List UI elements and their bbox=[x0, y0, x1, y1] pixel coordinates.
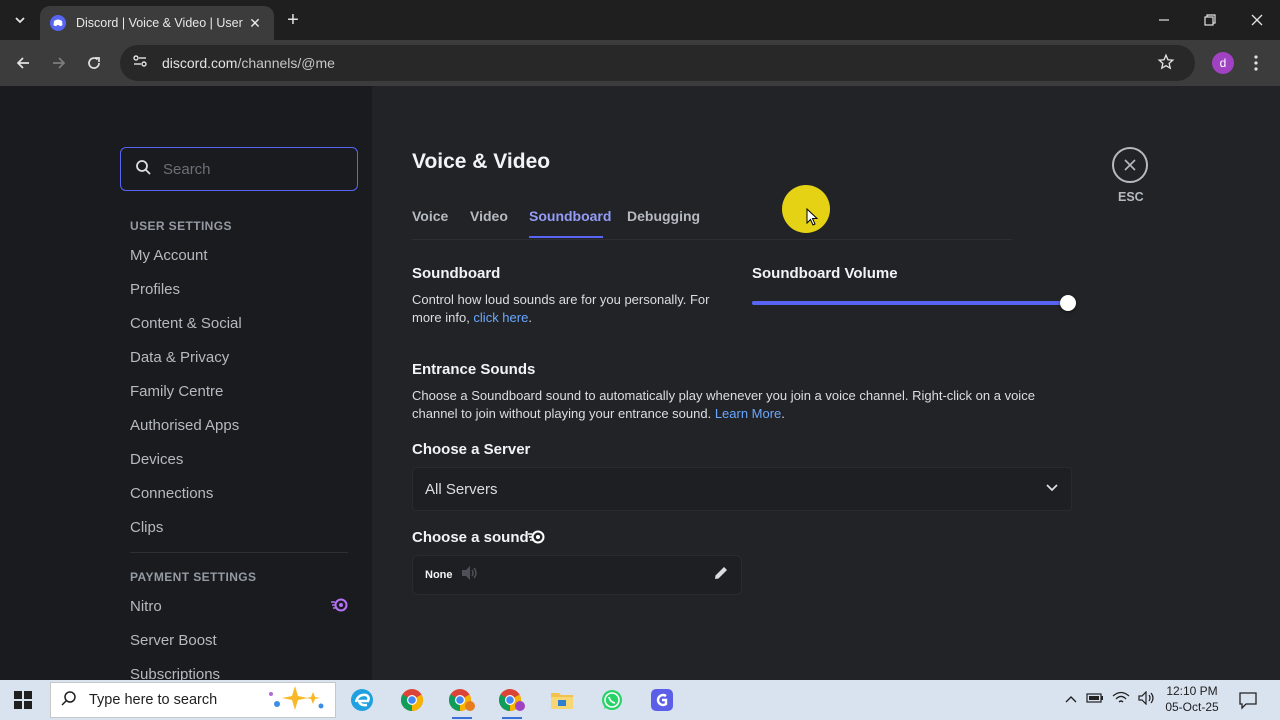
browser-tab-discord[interactable]: Discord | Voice & Video | User Settings … bbox=[40, 6, 274, 40]
site-settings-icon[interactable] bbox=[132, 53, 148, 74]
tab-title: Discord | Voice & Video | User Settings bbox=[76, 16, 244, 30]
address-bar[interactable]: discord.com/channels/@me bbox=[120, 45, 1195, 81]
soundboard-heading: Soundboard bbox=[412, 265, 501, 282]
choose-server-heading: Choose a Server bbox=[412, 441, 531, 458]
battery-icon[interactable] bbox=[1086, 691, 1104, 709]
voice-video-panel: Voice & Video Voice Video Soundboard Deb… bbox=[0, 86, 1280, 680]
active-tab-indicator bbox=[529, 236, 603, 238]
notification-icon[interactable] bbox=[1238, 690, 1258, 715]
sound-value: None bbox=[425, 569, 453, 581]
tab-bar-divider bbox=[412, 239, 1012, 240]
close-icon bbox=[1124, 159, 1136, 171]
browser-toolbar: discord.com/channels/@me d bbox=[0, 40, 1280, 86]
discord-favicon-icon bbox=[50, 15, 66, 31]
page-title: Voice & Video bbox=[412, 150, 551, 173]
bookmark-star-icon[interactable] bbox=[1157, 53, 1175, 76]
entrance-sounds-heading: Entrance Sounds bbox=[412, 361, 536, 378]
reload-icon[interactable] bbox=[83, 52, 105, 74]
nitro-badge-icon bbox=[528, 530, 546, 549]
tab-search-chevron-icon[interactable] bbox=[8, 8, 32, 32]
windows-taskbar: Type here to search 12:10 PM 05-Oct-25 bbox=[0, 680, 1280, 720]
entrance-desc-suffix: . bbox=[781, 406, 785, 421]
tab-close-icon[interactable]: ✕ bbox=[246, 15, 264, 32]
soundboard-volume-label: Soundboard Volume bbox=[752, 265, 898, 282]
chevron-down-icon bbox=[1045, 480, 1059, 498]
new-tab-plus-icon[interactable]: + bbox=[282, 9, 304, 31]
chrome-app-icon[interactable] bbox=[392, 684, 432, 716]
soundboard-description: Control how loud sounds are for you pers… bbox=[412, 291, 732, 327]
soundboard-desc-text: Control how loud sounds are for you pers… bbox=[412, 292, 710, 325]
tray-chevron-up-icon[interactable] bbox=[1064, 691, 1078, 709]
url-text[interactable]: discord.com/channels/@me bbox=[162, 55, 335, 71]
taskbar-search-icon bbox=[61, 690, 77, 711]
volume-slider-handle[interactable] bbox=[1060, 295, 1076, 311]
back-arrow-icon[interactable] bbox=[12, 52, 34, 74]
system-tray bbox=[1064, 680, 1156, 720]
minimize-icon[interactable] bbox=[1152, 8, 1176, 32]
app-g-icon[interactable] bbox=[642, 684, 682, 716]
browser-tab-strip: Discord | Voice & Video | User Settings … bbox=[0, 0, 1280, 40]
choose-sound-field[interactable]: None bbox=[412, 555, 742, 595]
window-close-icon[interactable] bbox=[1245, 8, 1269, 32]
windows-start-icon[interactable] bbox=[14, 691, 32, 709]
server-select-dropdown[interactable]: All Servers bbox=[412, 467, 1072, 511]
tab-voice[interactable]: Voice bbox=[412, 208, 448, 224]
entrance-sounds-description: Choose a Soundboard sound to automatical… bbox=[412, 387, 1062, 423]
taskbar-clock[interactable]: 12:10 PM 05-Oct-25 bbox=[1160, 683, 1224, 715]
forward-arrow-icon[interactable] bbox=[48, 52, 70, 74]
taskbar-search-placeholder: Type here to search bbox=[89, 692, 218, 708]
close-settings-button[interactable] bbox=[1112, 147, 1148, 183]
edit-pencil-icon[interactable] bbox=[713, 565, 729, 586]
tab-debugging[interactable]: Debugging bbox=[627, 208, 700, 224]
url-path: /channels/@me bbox=[237, 55, 335, 71]
soundboard-desc-suffix: . bbox=[528, 310, 532, 325]
wifi-icon[interactable] bbox=[1112, 691, 1130, 710]
server-select-value: All Servers bbox=[425, 480, 498, 498]
chrome-profile-n-app-icon[interactable] bbox=[442, 684, 482, 719]
choose-sound-text: Choose a sound bbox=[412, 529, 529, 546]
mouse-pointer-icon bbox=[806, 207, 819, 231]
edge-app-icon[interactable] bbox=[342, 684, 382, 716]
tab-video[interactable]: Video bbox=[470, 208, 508, 224]
tab-soundboard[interactable]: Soundboard bbox=[529, 208, 611, 224]
volume-icon[interactable] bbox=[1138, 690, 1156, 710]
search-highlight-sparkle-icon bbox=[265, 684, 327, 717]
chrome-profile-d-app-icon[interactable] bbox=[492, 684, 532, 719]
whatsapp-app-icon[interactable] bbox=[592, 684, 632, 716]
browser-menu-icon[interactable] bbox=[1248, 52, 1264, 74]
restore-icon[interactable] bbox=[1198, 8, 1222, 32]
clock-date: 05-Oct-25 bbox=[1165, 700, 1219, 714]
url-host: discord.com bbox=[162, 55, 238, 71]
click-here-link[interactable]: click here bbox=[473, 310, 528, 325]
volume-fill bbox=[752, 301, 1068, 305]
choose-sound-heading: Choose a sound bbox=[412, 529, 529, 546]
soundboard-volume-slider[interactable] bbox=[752, 295, 1076, 311]
speaker-icon bbox=[461, 565, 479, 586]
learn-more-link[interactable]: Learn More bbox=[715, 406, 781, 421]
taskbar-search-box[interactable]: Type here to search bbox=[50, 682, 336, 718]
file-explorer-app-icon[interactable] bbox=[542, 684, 582, 716]
profile-avatar[interactable]: d bbox=[1212, 52, 1234, 74]
clock-time: 12:10 PM bbox=[1166, 684, 1218, 698]
esc-label: ESC bbox=[1118, 190, 1144, 204]
